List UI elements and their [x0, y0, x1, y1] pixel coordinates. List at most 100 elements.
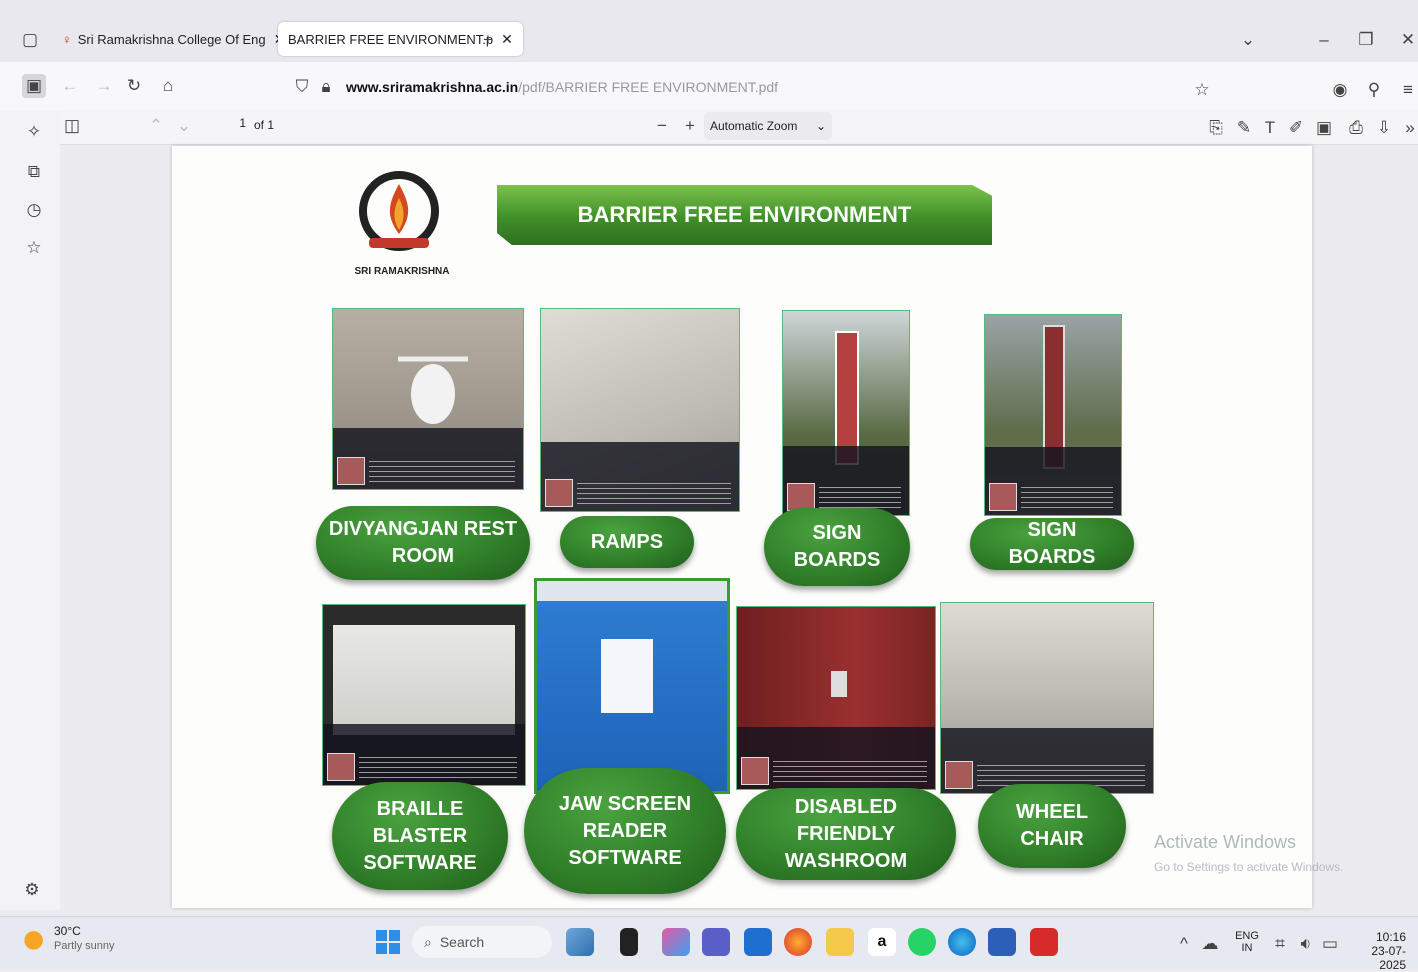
restore-icon[interactable]: ❐ — [1354, 28, 1378, 52]
activate-windows-title: Activate Windows — [1154, 832, 1297, 852]
lang-secondary: IN — [1241, 942, 1253, 954]
label-wheel-chair: WHEEL CHAIR — [978, 784, 1126, 868]
weather-desc: Partly sunny — [54, 940, 115, 952]
zoom-out-icon[interactable]: − — [650, 114, 674, 138]
minimize-icon[interactable]: – — [1312, 28, 1336, 52]
zoom-in-icon[interactable]: + — [678, 114, 702, 138]
image-icon[interactable]: ▣ — [1312, 116, 1336, 140]
word-icon[interactable] — [988, 928, 1016, 956]
document-banner: BARRIER FREE ENVIRONMENT — [497, 185, 992, 245]
url-path: /pdf/BARRIER FREE ENVIRONMENT.pdf — [518, 79, 779, 95]
label-ramps: RAMPS — [560, 516, 694, 568]
edge-icon[interactable] — [948, 928, 976, 956]
home-icon[interactable]: ⌂ — [156, 74, 180, 98]
draw-icon[interactable]: ✎ — [1232, 116, 1256, 140]
reload-icon[interactable]: ↻ — [122, 74, 146, 98]
windows-start-icon[interactable] — [376, 930, 400, 954]
highlight-icon[interactable]: ⎘ — [1204, 116, 1228, 140]
network-icon[interactable]: ⌗ — [1268, 932, 1292, 956]
photo-rest-room — [332, 308, 524, 490]
weather-temp[interactable]: 30°C — [54, 924, 81, 938]
history-icon[interactable]: ◷ — [22, 198, 46, 222]
tab-college[interactable]: ♀ Sri Ramakrishna College Of Eng ✕ — [62, 22, 285, 56]
label-braille-blaster: BRAILLE BLASTER SOFTWARE — [332, 782, 508, 890]
photo-sign-boards-2 — [984, 314, 1122, 516]
search-label: Search — [439, 934, 485, 950]
list-tabs-icon[interactable]: ⌄ — [1236, 28, 1260, 52]
activate-windows-hint: Go to Settings to activate Windows. — [1154, 860, 1344, 874]
chevron-down-icon: ⌄ — [815, 119, 826, 133]
forward-icon[interactable]: → — [92, 74, 116, 98]
copilot-icon[interactable] — [662, 928, 690, 956]
label-sign-boards-1: SIGN BOARDS — [764, 508, 910, 586]
college-favicon-icon: ♀ — [62, 31, 72, 47]
bookmarks-icon[interactable]: ☆ — [22, 236, 46, 260]
close-tab-icon[interactable]: ✕ — [501, 31, 513, 48]
save-icon[interactable]: ⇩ — [1372, 116, 1396, 140]
amazon-icon[interactable]: a — [868, 928, 896, 956]
url-domain: www.sriramakrishna.ac.in — [346, 79, 519, 95]
photo-jaws-screen-reader — [534, 578, 730, 794]
lang-primary: ENG — [1235, 930, 1259, 942]
taskbar-search[interactable]: ⌕ Search — [412, 926, 552, 958]
label-sign-boards-2: SIGN BOARDS — [970, 518, 1134, 570]
washroom-sign — [831, 671, 847, 697]
widgets-icon[interactable] — [566, 928, 594, 956]
tab-overview-icon[interactable]: ▢ — [18, 28, 42, 52]
monitor-screen — [333, 625, 515, 735]
tab-label: BARRIER FREE ENVIRONMENT.p — [288, 31, 494, 47]
more-tools-icon[interactable]: » — [1398, 116, 1418, 140]
jaws-splash — [601, 639, 653, 713]
battery-icon[interactable]: ▭ — [1318, 932, 1342, 956]
task-view-icon[interactable] — [620, 928, 638, 956]
lock-icon: 🔒︎ — [321, 77, 331, 96]
menu-icon[interactable]: ≡ — [1396, 78, 1418, 102]
clock-time: 10:16 — [1375, 930, 1406, 944]
extensions-icon[interactable]: ⚲ — [1362, 78, 1386, 102]
store-icon[interactable] — [744, 928, 772, 956]
url-bar[interactable]: ⛉ 🔒︎ www.sriramakrishna.ac.in /pdf/BARRI… — [290, 70, 1170, 104]
synced-tabs-icon[interactable]: ⧉ — [22, 160, 46, 184]
label-jaw-screen-reader: JAW SCREEN READER SOFTWARE — [524, 768, 726, 894]
back-icon[interactable]: ← — [58, 74, 82, 98]
show-hidden-icons-chevron-icon[interactable]: ^ — [1172, 932, 1196, 956]
window-titlebar — [537, 581, 727, 601]
new-tab-icon[interactable]: + — [476, 28, 500, 52]
print-icon[interactable]: ⎙ — [1344, 116, 1368, 140]
close-window-icon[interactable]: ✕ — [1396, 28, 1418, 52]
weather-sun-icon[interactable] — [24, 926, 48, 950]
settings-gear-icon[interactable]: ⚙ — [20, 878, 44, 902]
whatsapp-icon[interactable] — [908, 928, 936, 956]
account-icon[interactable]: ◉ — [1328, 78, 1352, 102]
photo-wheel-chair — [940, 602, 1154, 794]
logo-text: SRI RAMAKRISHNA — [354, 266, 450, 277]
pdf-sidebar-icon[interactable]: ◫ — [60, 114, 84, 138]
firefox-icon[interactable] — [784, 928, 812, 956]
bookmark-star-icon[interactable]: ☆ — [1190, 78, 1214, 102]
teams-icon[interactable] — [702, 928, 730, 956]
photo-disabled-washroom — [736, 606, 936, 790]
file-explorer-icon[interactable] — [826, 928, 854, 956]
browser-sidebar — [0, 110, 60, 910]
clock[interactable]: 10:16 23-07-2025 — [1346, 930, 1406, 972]
photo-sign-boards-1 — [782, 310, 910, 516]
language-indicator[interactable]: ENG IN — [1234, 930, 1260, 954]
shield-icon: ⛉ — [295, 77, 309, 96]
ai-chatbot-icon[interactable]: ✧ — [22, 120, 46, 144]
toilet-illustration — [398, 356, 468, 424]
zoom-select[interactable]: Automatic Zoom ⌄ — [704, 112, 832, 140]
ink-icon[interactable]: ✐ — [1284, 116, 1308, 140]
onedrive-icon[interactable]: ☁ — [1198, 932, 1222, 956]
college-logo: SRI RAMAKRISHNA — [354, 166, 450, 284]
next-page-icon[interactable]: ⌄ — [172, 114, 196, 138]
sidebar-toggle-icon[interactable]: ▣ — [22, 74, 46, 98]
photo-ramps — [540, 308, 740, 512]
acrobat-icon[interactable] — [1030, 928, 1058, 956]
previous-page-icon[interactable]: ⌃ — [144, 114, 168, 138]
tab-label: Sri Ramakrishna College Of Eng — [77, 31, 266, 47]
page-number-input[interactable]: 1 — [200, 116, 246, 136]
text-icon[interactable]: T — [1258, 116, 1282, 140]
page-total: of 1 — [254, 118, 275, 132]
photo-braille-blaster — [322, 604, 526, 786]
volume-icon[interactable]: 🔉︎ — [1294, 932, 1318, 956]
